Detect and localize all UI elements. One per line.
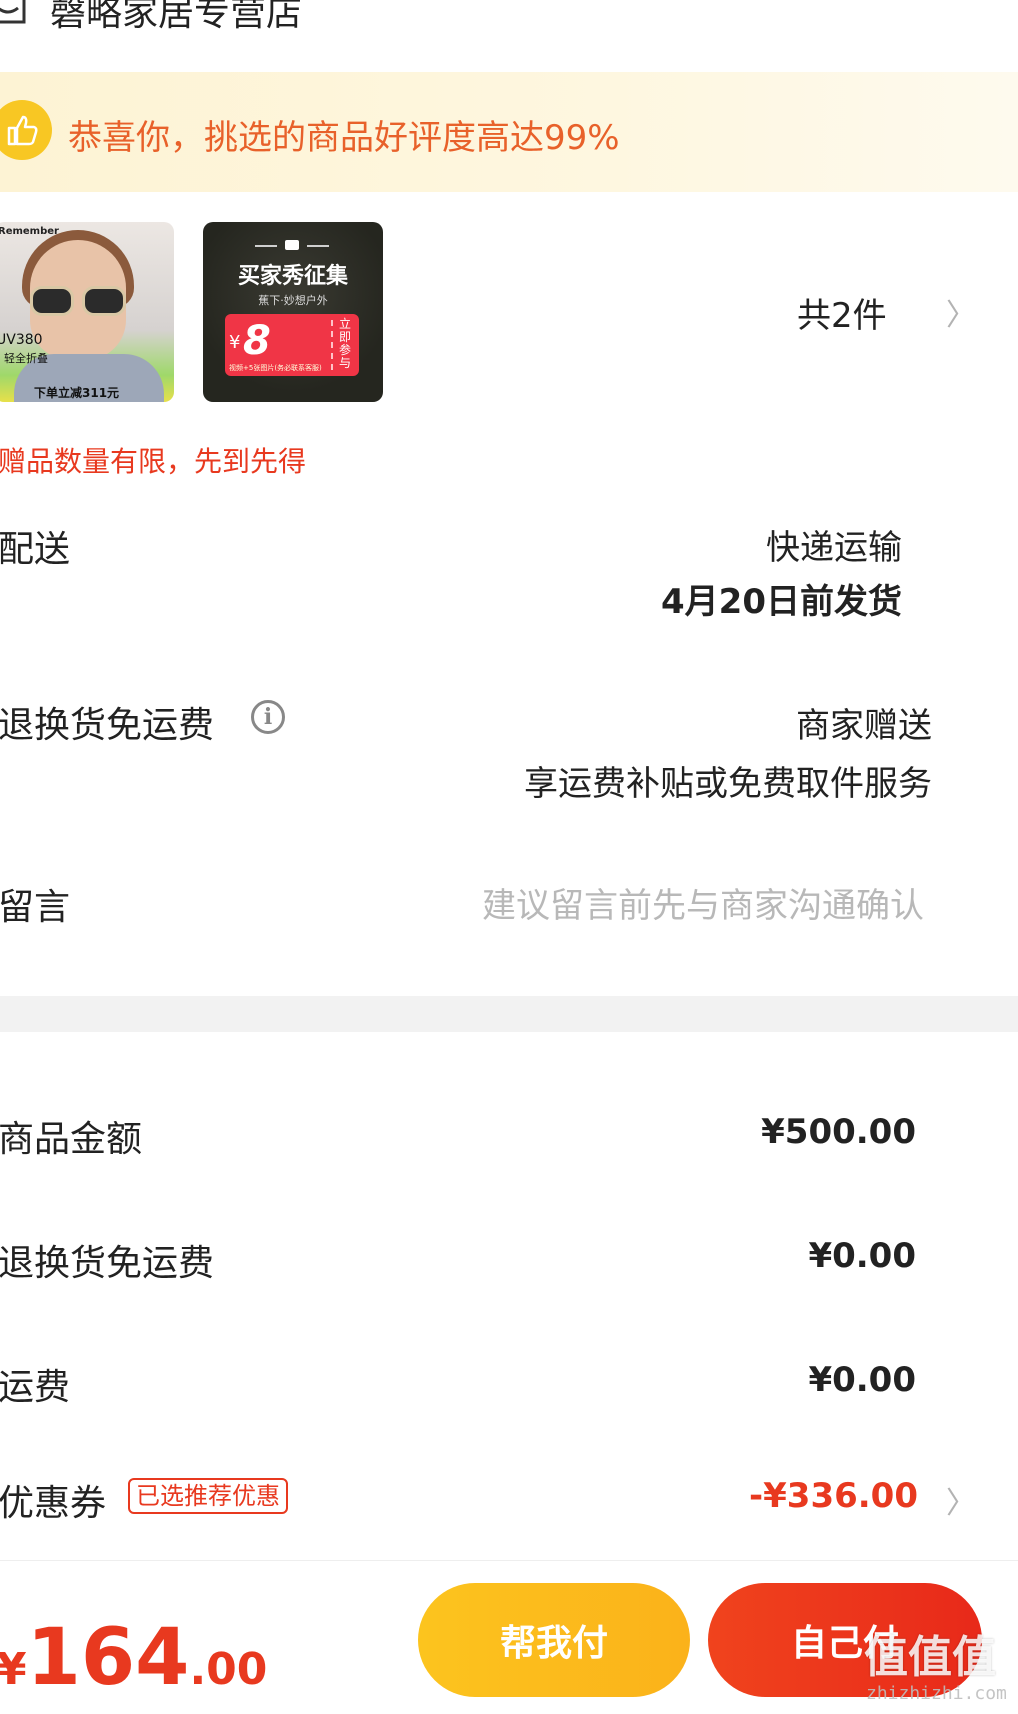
product-promo: 下单立减311元 <box>34 386 120 400</box>
goods-amount-value: ¥500.00 <box>761 1112 916 1152</box>
total-price: ¥164.00 <box>0 1613 268 1703</box>
coupon-label: 优惠券 <box>0 1483 107 1524</box>
store-header[interactable]: 磬略家居专营店 <box>0 0 1018 60</box>
message-label: 留言 <box>0 887 71 928</box>
coupon-ticket: ¥ 8 立即参与 视频+5张图片(务必联系客服) <box>225 314 359 376</box>
store-name: 磬略家居专营店 <box>50 0 303 34</box>
chevron-right-icon[interactable]: 〉 <box>946 290 976 334</box>
bottom-bar: ¥164.00 帮我付 自己付 值值值 zhizhizhi.com <box>0 1560 1018 1714</box>
return-shipping-label: 退换货免运费 <box>0 705 215 746</box>
section-divider <box>0 996 1018 1032</box>
return-shipping-value: 商家赠送 <box>796 706 932 746</box>
ticket-amount: 8 <box>243 318 271 364</box>
return-shipping-detail: 享运费补贴或免费取件服务 <box>524 764 932 804</box>
message-input[interactable]: 建议留言前先与商家沟通确认 <box>482 878 924 927</box>
return-fee-value: ¥0.00 <box>808 1236 916 1276</box>
product-uv-badge: UV380 <box>0 332 43 348</box>
product-brand: Remember <box>0 226 59 237</box>
delivery-method[interactable]: 快递运输 <box>766 520 902 569</box>
store-icon <box>0 0 26 24</box>
product-image-buyer-show[interactable]: 买家秀征集 蕉下·妙想户外 ¥ 8 立即参与 视频+5张图片(务必联系客服) <box>203 222 383 402</box>
chevron-right-icon[interactable]: 〉 <box>946 1478 976 1522</box>
product-image-sunglasses[interactable]: Remember UV380 轻全折叠 下单立减311元 <box>0 222 174 402</box>
info-icon[interactable]: i <box>251 700 285 734</box>
watermark-url: zhizhizhi.com <box>866 1683 1007 1704</box>
product-fold-badge: 轻全折叠 <box>4 352 48 365</box>
gift-note: 赠品数量有限，先到先得 <box>0 445 307 478</box>
watermark: 值值值 <box>864 1632 996 1683</box>
thumbs-up-icon <box>0 100 52 160</box>
praise-text: 恭喜你，挑选的商品好评度高达99% <box>68 118 620 158</box>
shipping-value: ¥0.00 <box>808 1360 916 1400</box>
delivery-label: 配送 <box>0 529 71 570</box>
coupon-value[interactable]: -¥336.00 <box>749 1476 918 1516</box>
ticket-cta: 立即参与 <box>339 317 352 370</box>
buyer-show-subtitle: 蕉下·妙想户外 <box>258 294 328 307</box>
shipping-label: 运费 <box>0 1367 71 1408</box>
item-count: 共2件 <box>797 296 887 336</box>
help-pay-button[interactable]: 帮我付 <box>418 1583 690 1697</box>
return-fee-label: 退换货免运费 <box>0 1243 215 1284</box>
ticket-hint: 视频+5张图片(务必联系客服) <box>229 364 322 372</box>
camera-icon <box>285 240 299 250</box>
praise-banner: 恭喜你，挑选的商品好评度高达99% <box>0 72 1018 192</box>
coupon-tag: 已选推荐优惠 <box>128 1478 288 1514</box>
product-list[interactable]: Remember UV380 轻全折叠 下单立减311元 买家秀征集 蕉下·妙想… <box>0 222 1018 404</box>
delivery-date: 4月20日前发货 <box>661 582 902 622</box>
buyer-show-title: 买家秀征集 <box>237 264 348 289</box>
goods-amount-label: 商品金额 <box>0 1119 143 1160</box>
